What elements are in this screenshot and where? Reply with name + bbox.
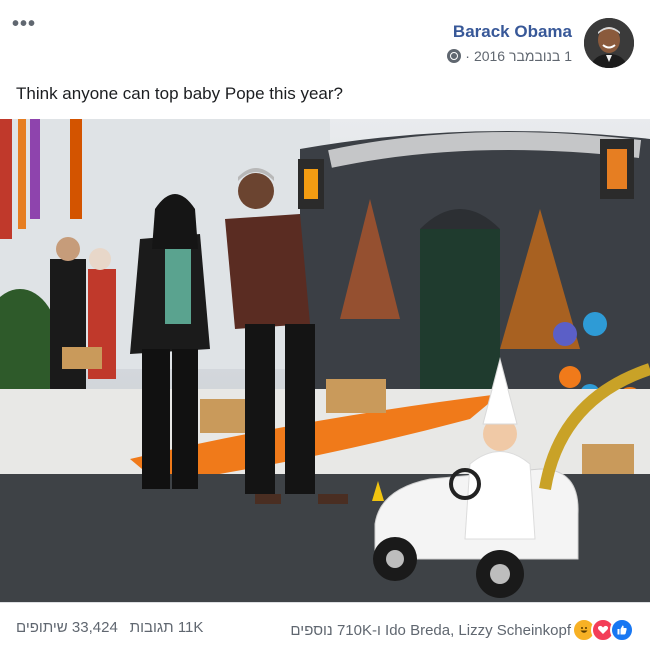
engagement-counts: 11K תגובות 33,424 שיתופים <box>16 619 203 636</box>
reaction-icons <box>572 618 634 642</box>
more-options-button[interactable]: ••• <box>12 14 36 34</box>
reactors-names[interactable]: Ido Breda, Lizzy Scheinkopf ו-710K נוספי… <box>290 622 571 639</box>
post-date[interactable]: 1 בנובמבר 2016 <box>474 48 572 64</box>
post-meta: 1 בנובמבר 2016 · <box>447 48 572 64</box>
avatar-image <box>584 18 634 68</box>
facebook-post: ••• Barack Obama 1 בנובמבר 2016 · Think … <box>0 0 650 652</box>
post-footer: 11K תגובות 33,424 שיתופים Ido Breda, Liz… <box>0 602 650 652</box>
avatar[interactable] <box>584 18 634 68</box>
meta-separator: · <box>465 48 470 64</box>
shares-count[interactable]: 33,424 שיתופים <box>16 619 118 636</box>
post-header: ••• Barack Obama 1 בנובמבר 2016 · <box>0 0 650 80</box>
comments-count[interactable]: 11K תגובות <box>130 619 204 636</box>
globe-icon[interactable] <box>447 49 462 63</box>
post-photo[interactable] <box>0 119 650 602</box>
post-caption: Think anyone can top baby Pope this year… <box>16 84 343 103</box>
like-icon <box>610 618 634 642</box>
halloween-photo-illustration <box>0 119 650 602</box>
author-name[interactable]: Barack Obama <box>453 22 572 42</box>
reactions-summary[interactable]: Ido Breda, Lizzy Scheinkopf ו-710K נוספי… <box>290 618 634 642</box>
